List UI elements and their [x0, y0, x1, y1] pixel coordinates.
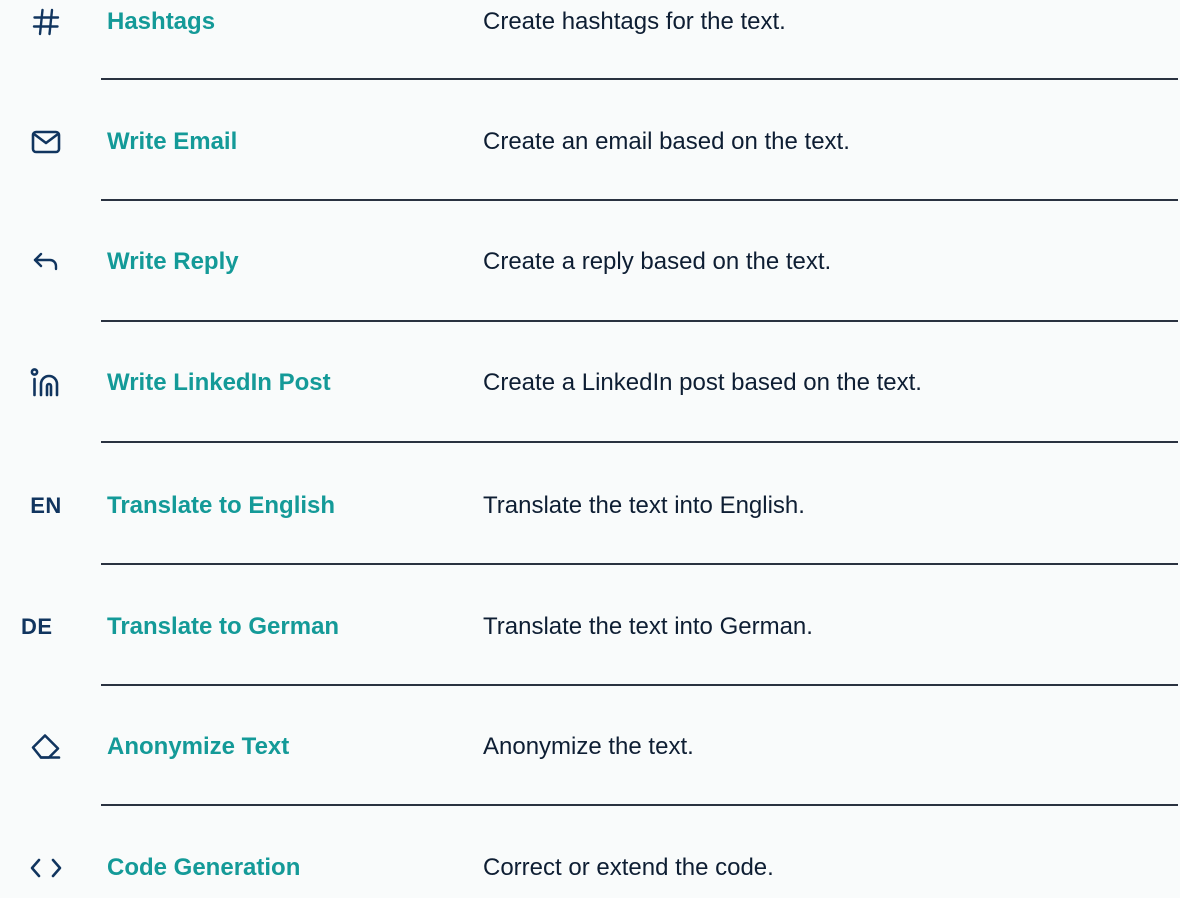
action-title: Translate to German [107, 613, 340, 640]
action-title: Write Reply [107, 248, 239, 275]
language-de-icon: DE [8, 597, 84, 657]
linkedin-icon [8, 353, 84, 413]
action-title: Write Email [107, 128, 238, 155]
reply-arrow-icon [8, 232, 84, 292]
mail-icon [8, 112, 84, 172]
action-title: Write LinkedIn Post [107, 369, 331, 396]
eraser-icon [8, 717, 84, 777]
action-row-write-reply[interactable]: Write Reply Create a reply based on the … [0, 232, 1180, 292]
action-description: Create a LinkedIn post based on the text… [483, 369, 922, 396]
action-title: Code Generation [107, 854, 301, 881]
code-brackets-icon [8, 838, 84, 898]
divider [101, 563, 1178, 565]
action-title: Hashtags [107, 8, 216, 35]
divider [101, 199, 1178, 201]
divider [101, 441, 1178, 443]
action-row-code-generation[interactable]: Code Generation Correct or extend the co… [0, 838, 1180, 898]
action-description: Correct or extend the code. [483, 854, 774, 881]
action-description: Translate the text into English. [483, 492, 805, 519]
divider [101, 78, 1178, 80]
action-row-anonymize-text[interactable]: Anonymize Text Anonymize the text. [0, 717, 1180, 777]
action-title: Anonymize Text [107, 733, 290, 760]
action-row-write-linkedin-post[interactable]: Write LinkedIn Post Create a LinkedIn po… [0, 353, 1180, 413]
divider [101, 684, 1178, 686]
action-row-write-email[interactable]: Write Email Create an email based on the… [0, 112, 1180, 172]
language-en-icon: EN [8, 476, 84, 536]
action-description: Anonymize the text. [483, 733, 694, 760]
divider [101, 804, 1178, 806]
divider [101, 320, 1178, 322]
action-title: Translate to English [107, 492, 336, 519]
language-code: DE [21, 614, 53, 639]
action-row-hashtags[interactable]: Hashtags Create hashtags for the text. [0, 0, 1180, 52]
action-description: Create a reply based on the text. [483, 248, 832, 275]
action-row-translate-english[interactable]: EN Translate to English Translate the te… [0, 476, 1180, 536]
action-row-translate-german[interactable]: DE Translate to German Translate the tex… [0, 597, 1180, 657]
action-description: Translate the text into German. [483, 613, 813, 640]
language-code: EN [30, 493, 62, 518]
hashtag-icon [8, 0, 84, 52]
action-description: Create an email based on the text. [483, 128, 850, 155]
action-description: Create hashtags for the text. [483, 8, 786, 35]
